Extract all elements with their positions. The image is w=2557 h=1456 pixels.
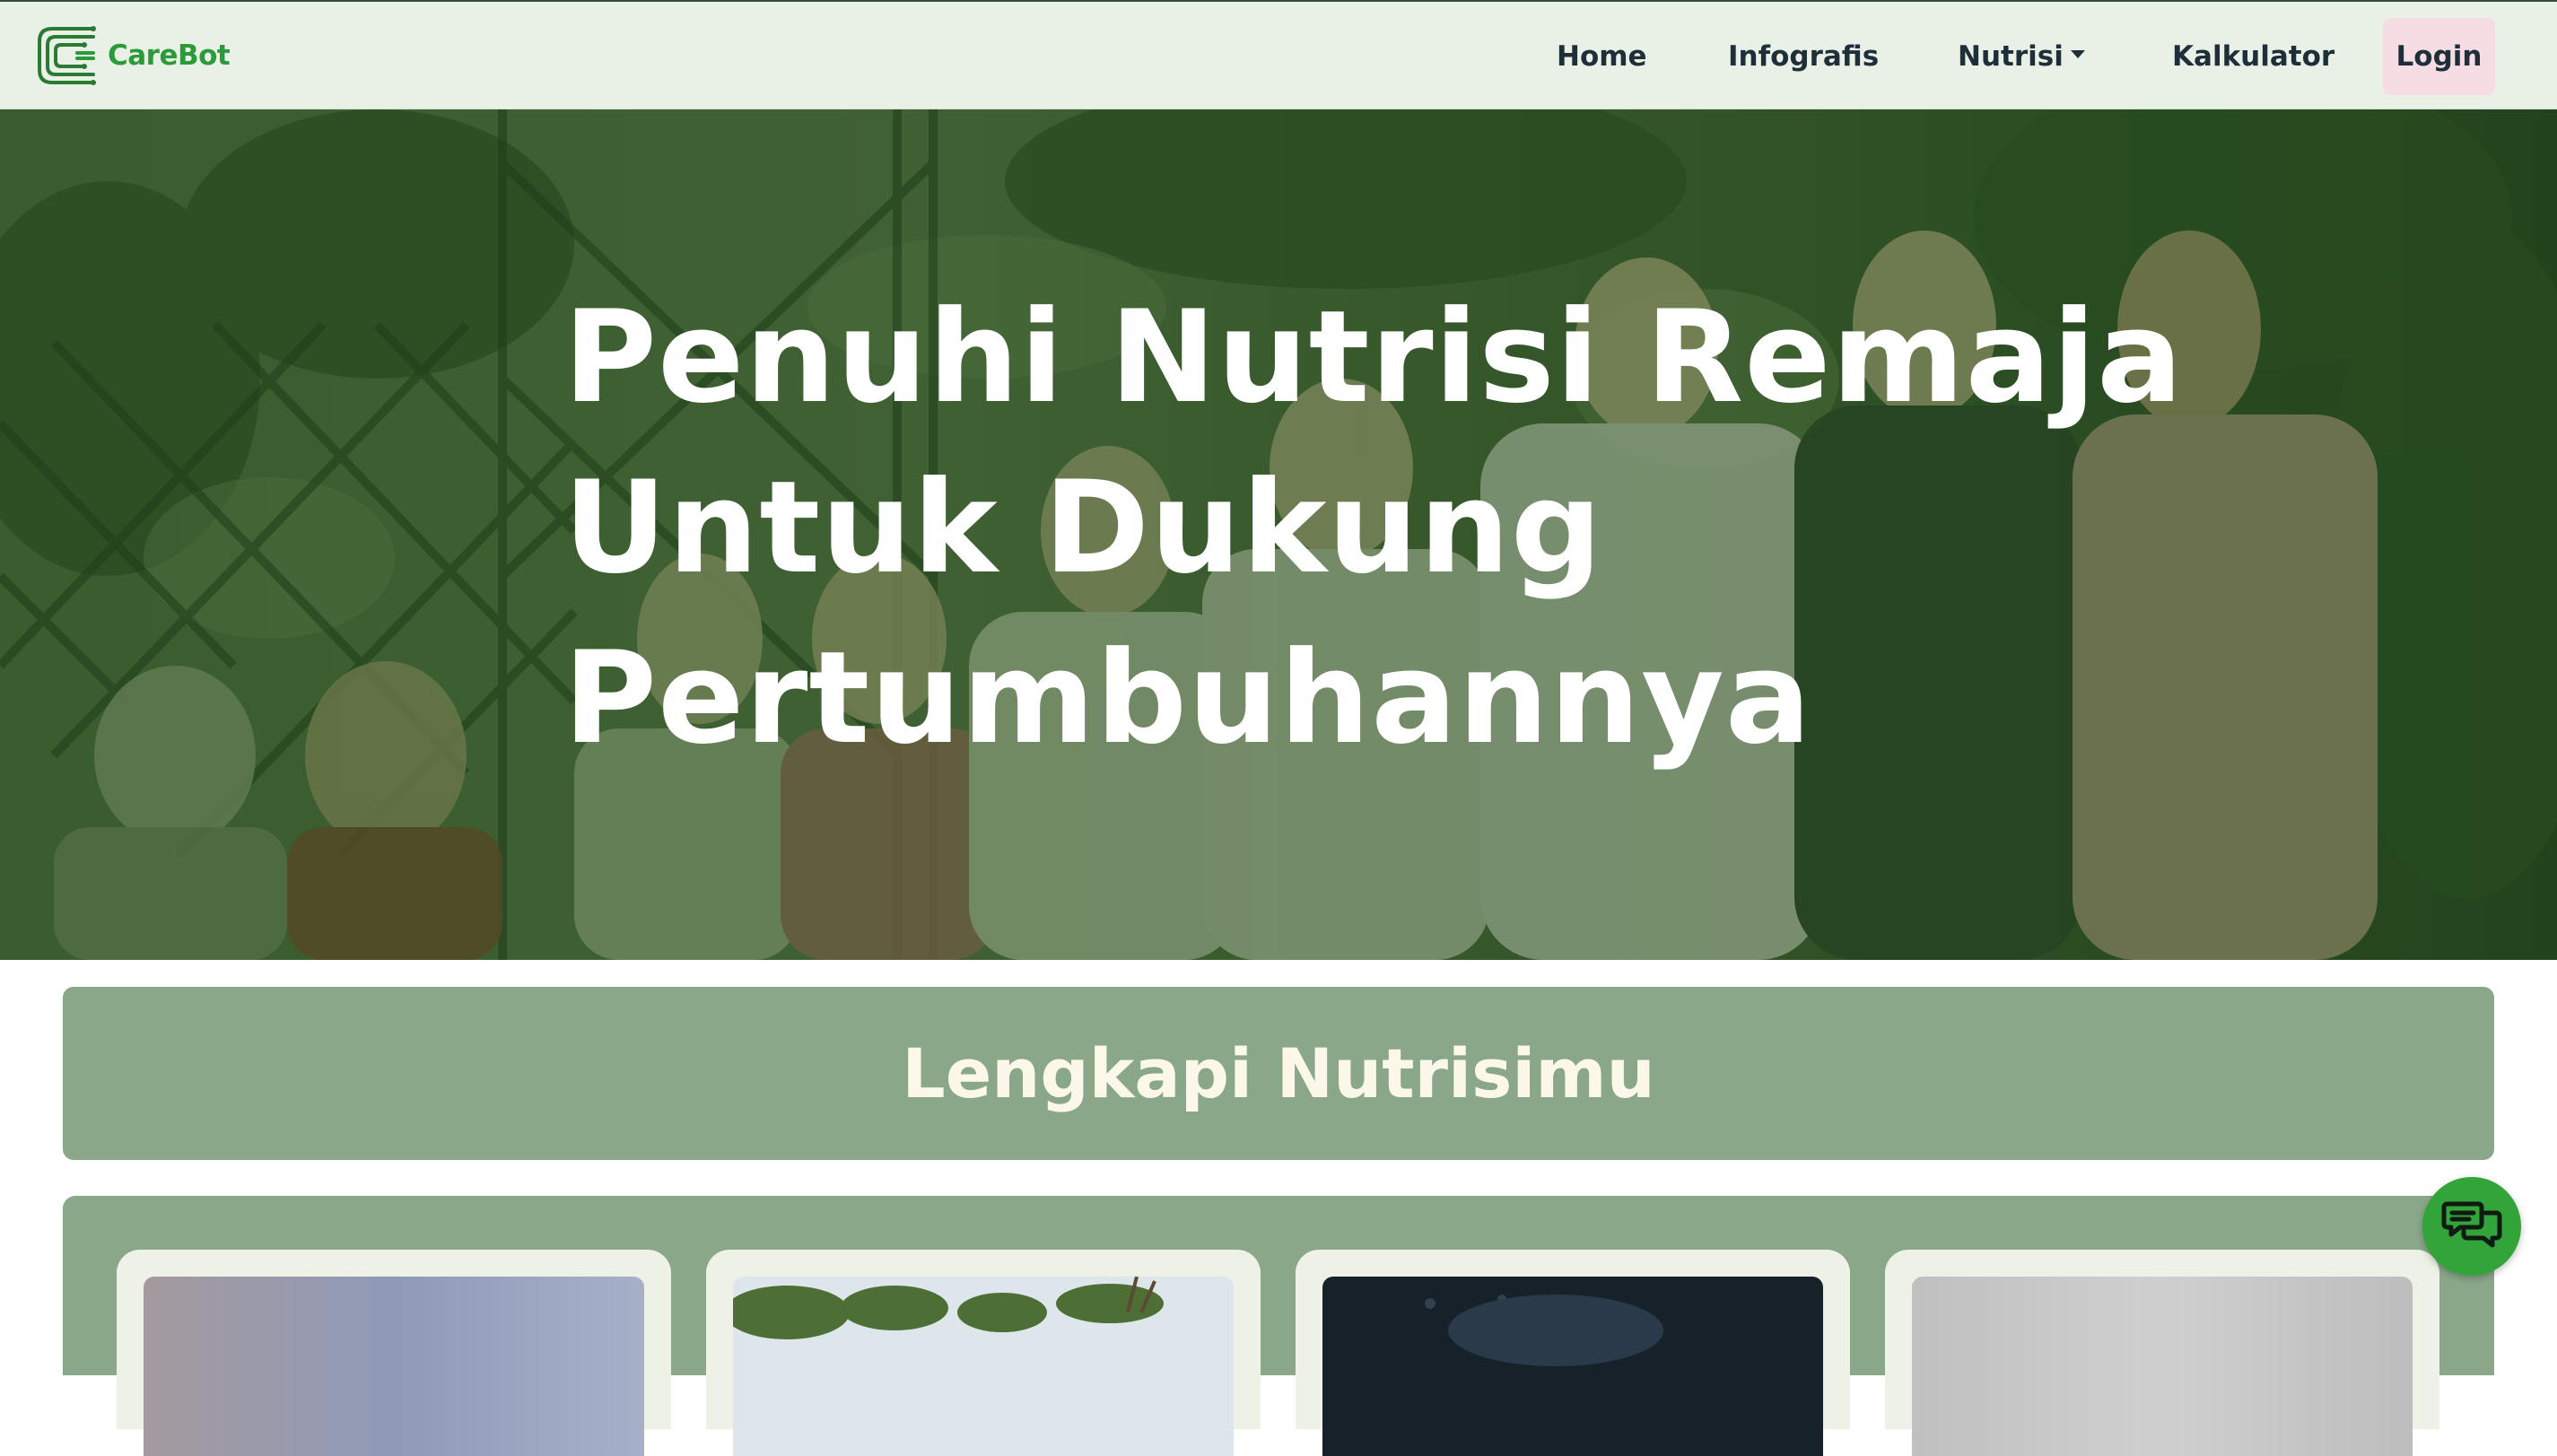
nutrition-card-2[interactable] [706, 1250, 1261, 1456]
nutrition-card-1[interactable] [117, 1250, 671, 1456]
nav-nutrisi-dropdown[interactable]: Nutrisi [1958, 34, 2085, 79]
hero-title-line-2: Untuk Dukung [563, 454, 1603, 602]
brand-name: CareBot [108, 39, 231, 72]
nutrition-card-3[interactable] [1296, 1250, 1850, 1456]
nav-nutrisi-label: Nutrisi [1958, 40, 2064, 73]
card-image-1 [144, 1277, 644, 1456]
caret-down-icon [2070, 50, 2085, 58]
carebot-c-logo-icon [38, 26, 96, 85]
card-image-4 [1912, 1277, 2413, 1456]
card-image-2 [733, 1277, 1234, 1456]
chat-button[interactable] [2422, 1177, 2521, 1276]
hero-title: Penuhi Nutrisi Remaja Untuk Dukung Pertu… [563, 273, 2268, 784]
top-navbar: CareBot Home Infografis Nutrisi Kalkulat… [0, 0, 2557, 109]
hero-title-line-3: Pertumbuhannya [563, 624, 1812, 772]
chat-bubbles-icon [2441, 1201, 2502, 1248]
hero-banner: Penuhi Nutrisi Remaja Untuk Dukung Pertu… [0, 109, 2557, 960]
nav-infografis-link[interactable]: Infografis [1728, 34, 1879, 79]
nav-kalkulator-link[interactable]: Kalkulator [2172, 34, 2334, 79]
nutrition-card-4[interactable] [1885, 1250, 2439, 1456]
hero-title-line-1: Penuhi Nutrisi Remaja [563, 283, 2184, 432]
nav-home-link[interactable]: Home [1557, 34, 1647, 79]
login-button[interactable]: Login [2383, 18, 2495, 95]
section-header: Lengkapi Nutrisimu [63, 987, 2494, 1160]
nutrition-cards-area [63, 1196, 2494, 1456]
brand-link[interactable]: CareBot [34, 23, 231, 88]
section-title: Lengkapi Nutrisimu [902, 1033, 1655, 1113]
card-image-3 [1322, 1277, 1823, 1456]
